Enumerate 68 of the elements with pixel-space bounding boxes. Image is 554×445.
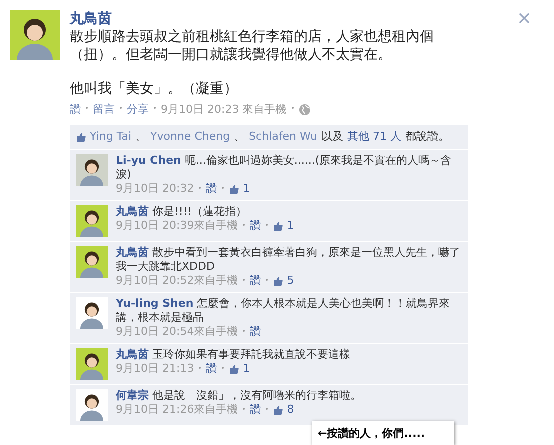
- timestamp: 9月10日 21:26來自手機: [116, 403, 238, 417]
- commenter-name[interactable]: Yu-ling Shen: [116, 297, 194, 310]
- separator-dot: [222, 367, 224, 369]
- action-link[interactable]: 讚: [70, 102, 81, 118]
- separator-dot: [222, 187, 224, 189]
- separator-dot: [266, 408, 268, 410]
- others-link[interactable]: 其他 71 人: [347, 128, 402, 145]
- timestamp: 9月10日 20:39來自手機: [116, 219, 238, 233]
- separator: 、: [136, 128, 147, 144]
- comment-text: 丸鳥茵 你是!!!!（蓮花指）: [116, 205, 248, 219]
- like-link[interactable]: 讚: [206, 182, 218, 196]
- avatar-icon: [10, 10, 60, 60]
- separator-dot: [199, 187, 202, 189]
- liker-link[interactable]: Ying Tai: [90, 128, 132, 145]
- timestamp: 9月10日 20:54來自手機: [116, 325, 238, 339]
- comment-text: 何韋宗 他是說「沒鉛」，沒有阿嚕米的行李箱啦。: [116, 389, 362, 403]
- like-link[interactable]: 讚: [250, 219, 262, 233]
- commenter-name[interactable]: 何韋宗: [116, 389, 149, 402]
- like-link[interactable]: 讚: [206, 362, 218, 376]
- commenter-name[interactable]: Li-yu Chen: [116, 154, 182, 167]
- liker-link[interactable]: Yvonne Cheng: [150, 128, 230, 145]
- separator-dot: [266, 224, 268, 226]
- commenter-name[interactable]: 丸鳥茵: [116, 246, 149, 259]
- comment-text: 丸鳥茵 散步中看到一套黃衣白褲牽著白狗，原來是一位黑人先生，嚇了我一大跳靠北XDDD: [116, 246, 462, 274]
- thumbs-up-icon: [229, 364, 240, 374]
- separator-dot: [86, 107, 88, 109]
- like-count[interactable]: 8: [273, 403, 294, 417]
- separator: 、: [234, 128, 246, 144]
- and-text: 以及: [321, 128, 344, 144]
- comment-text: 丸鳥茵 玉玲你如果有事要拜託我就直說不要這樣: [116, 348, 352, 362]
- comment-text: Li-yu Chen 呃...倫家也叫過妳美女......(原來我是不實在的人嗎～含淚): [116, 154, 453, 182]
- separator-dot: [243, 224, 246, 226]
- comment-text: Yu-ling Shen 怎麼會，你本人根本就是人美心也美啊！！就鳥界來講，根本就是極品: [116, 297, 452, 325]
- like-link[interactable]: 讚: [250, 325, 262, 339]
- separator-dot: [243, 408, 246, 410]
- thumbs-up-icon: [76, 132, 86, 142]
- post-text: 他叫我「美女」。（凝重）: [70, 80, 239, 98]
- annotation-note: ←按讚的人，你們.....: [312, 421, 454, 445]
- like-count[interactable]: 1: [229, 182, 250, 196]
- thumbs-up-icon: [273, 221, 284, 231]
- commenter-name[interactable]: 丸鳥茵: [116, 348, 149, 361]
- globe-icon: [298, 104, 311, 116]
- timestamp: 9月10日 21:13: [116, 362, 194, 376]
- separator-dot: [243, 330, 246, 332]
- separator-dot: [292, 107, 294, 109]
- like-count[interactable]: 1: [229, 362, 250, 376]
- separator-dot: [266, 279, 268, 281]
- thumbs-up-icon: [273, 405, 284, 415]
- separator-dot: [120, 107, 122, 109]
- thumbs-up-icon: [273, 276, 284, 286]
- separator-dot: [243, 279, 246, 281]
- post-text: 散步順路去頭叔之前租桃紅色行李箱的店，人家也想租內個 （扭）。但老闆一開口就讓我覺得他做人不太實在。: [70, 28, 435, 64]
- action-link[interactable]: 分享: [127, 102, 149, 118]
- separator-dot: [199, 367, 202, 369]
- likes-text: 都說讚。: [405, 128, 450, 144]
- timestamp: 9月10日 20:23 來自手機: [161, 102, 287, 118]
- timestamp: 9月10日 20:32: [116, 182, 194, 196]
- liker-link[interactable]: Schlafen Wu: [249, 128, 318, 145]
- like-link[interactable]: 讚: [250, 403, 262, 417]
- timestamp: 9月10日 20:52來自手機: [116, 274, 238, 288]
- author-name[interactable]: 丸鳥茵: [70, 10, 468, 28]
- separator-dot: [154, 107, 156, 109]
- thumbs-up-icon: [229, 184, 240, 194]
- like-count[interactable]: 1: [273, 219, 294, 233]
- action-link[interactable]: 留言: [93, 102, 115, 118]
- like-link[interactable]: 讚: [250, 274, 262, 288]
- commenter-name[interactable]: 丸鳥茵: [116, 205, 149, 218]
- like-count[interactable]: 5: [273, 274, 294, 288]
